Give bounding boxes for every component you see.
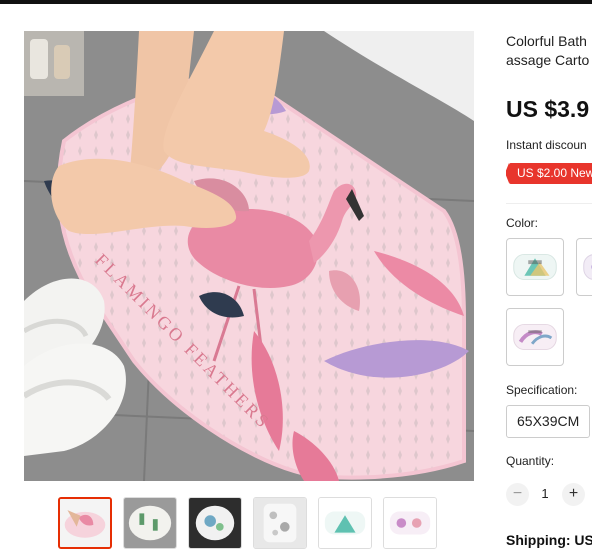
divider bbox=[506, 203, 592, 204]
bath-mat-photo: FLAMINGO FEATHERS bbox=[24, 31, 474, 481]
thumbnail-pebble[interactable] bbox=[253, 497, 307, 549]
main-product-image[interactable]: FLAMINGO FEATHERS bbox=[24, 31, 474, 481]
color-swatch-teal[interactable] bbox=[506, 238, 564, 296]
color-label: Color: bbox=[506, 216, 539, 230]
specification-option[interactable]: 65X39CM bbox=[506, 405, 591, 438]
color-swatch-feather[interactable] bbox=[506, 308, 564, 366]
quantity-value[interactable]: 1 bbox=[534, 486, 556, 501]
instant-discount-text: Instant discoun bbox=[506, 138, 587, 152]
thumbnail-flamingo[interactable] bbox=[58, 497, 112, 549]
shipping-label: Shipping: US bbox=[506, 532, 592, 548]
quantity-label: Quantity: bbox=[506, 454, 555, 468]
product-title[interactable]: Colorful Bath assage Carto bbox=[506, 32, 592, 70]
product-title-line2: assage Carto bbox=[506, 52, 590, 68]
quantity-decrease-button[interactable]: − bbox=[506, 483, 529, 506]
product-info-panel: Colorful Bath assage Carto US $3.9 Insta… bbox=[506, 0, 592, 554]
product-price: US $3.9 bbox=[506, 96, 590, 122]
product-title-line1: Colorful Bath bbox=[506, 33, 587, 49]
thumbnail-cactus[interactable] bbox=[123, 497, 177, 549]
specification-label: Specification: bbox=[506, 383, 578, 397]
thumbnail-teal[interactable] bbox=[318, 497, 372, 549]
thumbnail-dark[interactable] bbox=[188, 497, 242, 549]
quantity-increase-button[interactable]: + bbox=[562, 483, 585, 506]
top-bar bbox=[0, 0, 592, 4]
thumbnail-floral[interactable] bbox=[383, 497, 437, 549]
color-swatch-purple[interactable] bbox=[576, 238, 592, 296]
coupon-badge[interactable]: US $2.00 New bbox=[506, 163, 592, 184]
